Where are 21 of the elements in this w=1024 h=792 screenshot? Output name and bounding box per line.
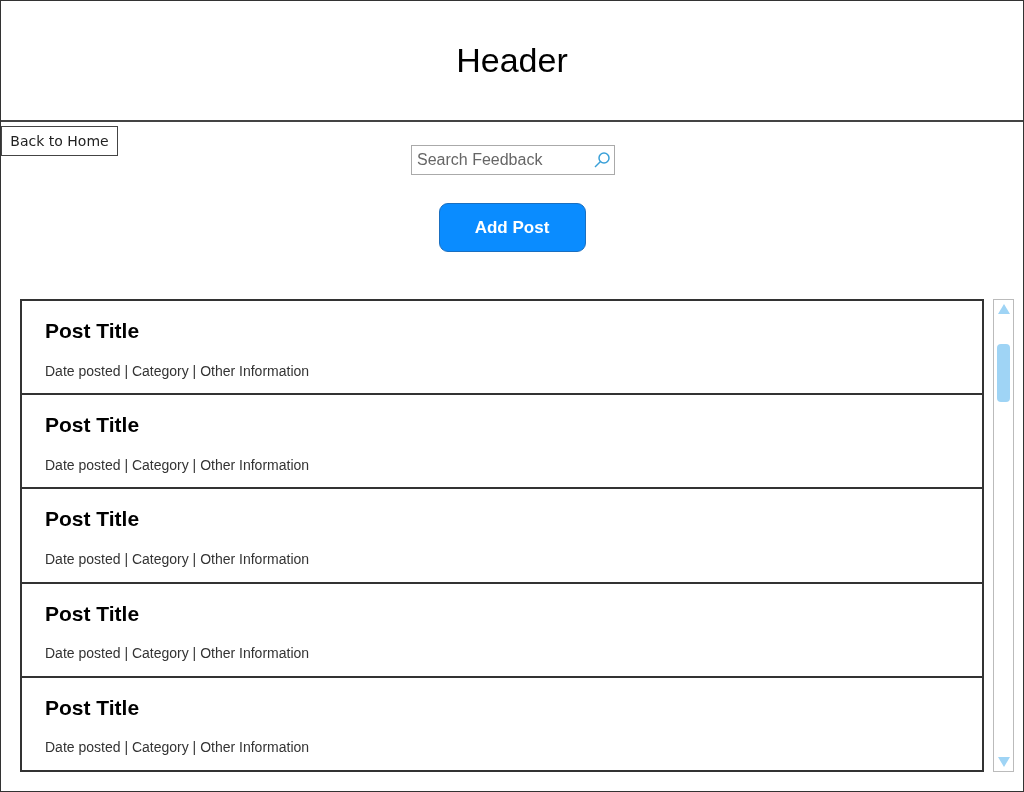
post-item[interactable]: Post Title Date posted | Category | Other Information bbox=[22, 487, 982, 582]
post-item[interactable]: Post Title Date posted | Category | Other Information bbox=[22, 393, 982, 488]
post-title: Post Title bbox=[45, 412, 141, 439]
post-title: Post Title bbox=[45, 694, 141, 721]
back-to-home-button[interactable]: Back to Home bbox=[1, 126, 118, 156]
post-item[interactable]: Post Title Date posted | Category | Other Information bbox=[22, 301, 982, 394]
post-meta: Date posted | Category | Other Information bbox=[45, 738, 311, 758]
post-item[interactable]: Post Title Date posted | Category | Other Information bbox=[22, 581, 982, 676]
post-item[interactable]: Post Title Date posted | Category | Other Information bbox=[22, 675, 982, 770]
scrollbar[interactable] bbox=[993, 299, 1014, 772]
search-icon bbox=[593, 151, 611, 169]
search-field[interactable]: Search Feedback bbox=[411, 145, 615, 175]
post-meta: Date posted | Category | Other Information bbox=[45, 361, 311, 381]
post-title: Post Title bbox=[45, 506, 141, 533]
post-meta: Date posted | Category | Other Information bbox=[45, 644, 311, 664]
post-meta: Date posted | Category | Other Information bbox=[45, 455, 311, 475]
post-title: Post Title bbox=[45, 600, 141, 627]
post-title: Post Title bbox=[45, 318, 141, 344]
post-meta: Date posted | Category | Other Information bbox=[45, 549, 311, 569]
header-title: Header bbox=[456, 40, 568, 81]
scroll-thumb[interactable] bbox=[997, 344, 1010, 402]
